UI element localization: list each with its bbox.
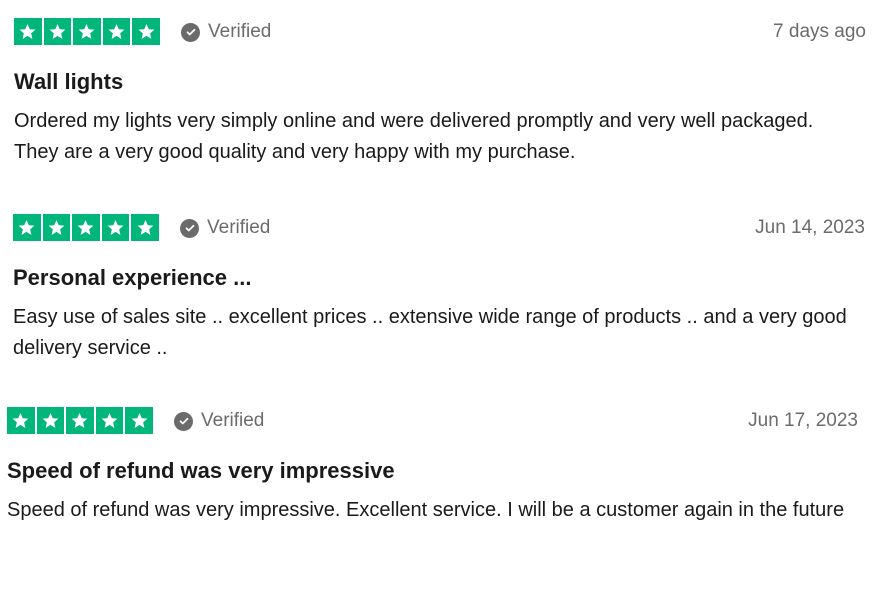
star-icon bbox=[131, 214, 159, 241]
review-card: Verified 7 days ago Wall lights Ordered … bbox=[14, 18, 866, 168]
review-meta: Verified Jun 14, 2023 bbox=[13, 214, 865, 241]
star-icon bbox=[95, 407, 124, 434]
verified-check-icon bbox=[180, 218, 199, 238]
review-meta: Verified 7 days ago bbox=[14, 18, 866, 45]
star-icon bbox=[72, 214, 100, 241]
star-icon bbox=[102, 18, 131, 45]
review-date: 7 days ago bbox=[773, 21, 866, 42]
star-icon bbox=[101, 214, 130, 241]
verified-label: Verified bbox=[207, 217, 271, 238]
review-body: Easy use of sales site .. excellent pric… bbox=[13, 306, 847, 359]
review-title[interactable]: Wall lights bbox=[14, 68, 866, 96]
review-date: Jun 17, 2023 bbox=[748, 410, 858, 431]
verified-badge[interactable]: Verified bbox=[174, 410, 264, 432]
verified-label: Verified bbox=[208, 21, 272, 42]
star-icon bbox=[14, 18, 42, 45]
star-icon bbox=[125, 407, 153, 434]
star-icon bbox=[13, 214, 41, 241]
star-rating bbox=[7, 407, 153, 434]
star-icon bbox=[36, 407, 65, 434]
verified-check-icon bbox=[174, 411, 193, 431]
review-title[interactable]: Speed of refund was very impressive bbox=[7, 457, 858, 485]
star-rating bbox=[13, 214, 159, 241]
review-meta: Verified Jun 17, 2023 bbox=[7, 407, 858, 434]
review-body: Speed of refund was very impressive. Exc… bbox=[7, 499, 845, 521]
verified-label: Verified bbox=[201, 410, 265, 431]
review-card: Verified Jun 17, 2023 Speed of refund wa… bbox=[7, 407, 858, 526]
verified-check-icon bbox=[181, 22, 200, 42]
star-icon bbox=[43, 18, 72, 45]
review-body: Ordered my lights very simply online and… bbox=[14, 110, 814, 163]
star-rating bbox=[14, 18, 160, 45]
review-title[interactable]: Personal experience ... bbox=[13, 264, 865, 292]
star-icon bbox=[42, 214, 71, 241]
review-date: Jun 14, 2023 bbox=[755, 217, 865, 238]
verified-badge[interactable]: Verified bbox=[180, 217, 270, 239]
star-icon bbox=[7, 407, 35, 434]
verified-badge[interactable]: Verified bbox=[181, 21, 271, 43]
star-icon bbox=[66, 407, 94, 434]
star-icon bbox=[73, 18, 101, 45]
star-icon bbox=[132, 18, 160, 45]
review-card: Verified Jun 14, 2023 Personal experienc… bbox=[13, 214, 865, 364]
